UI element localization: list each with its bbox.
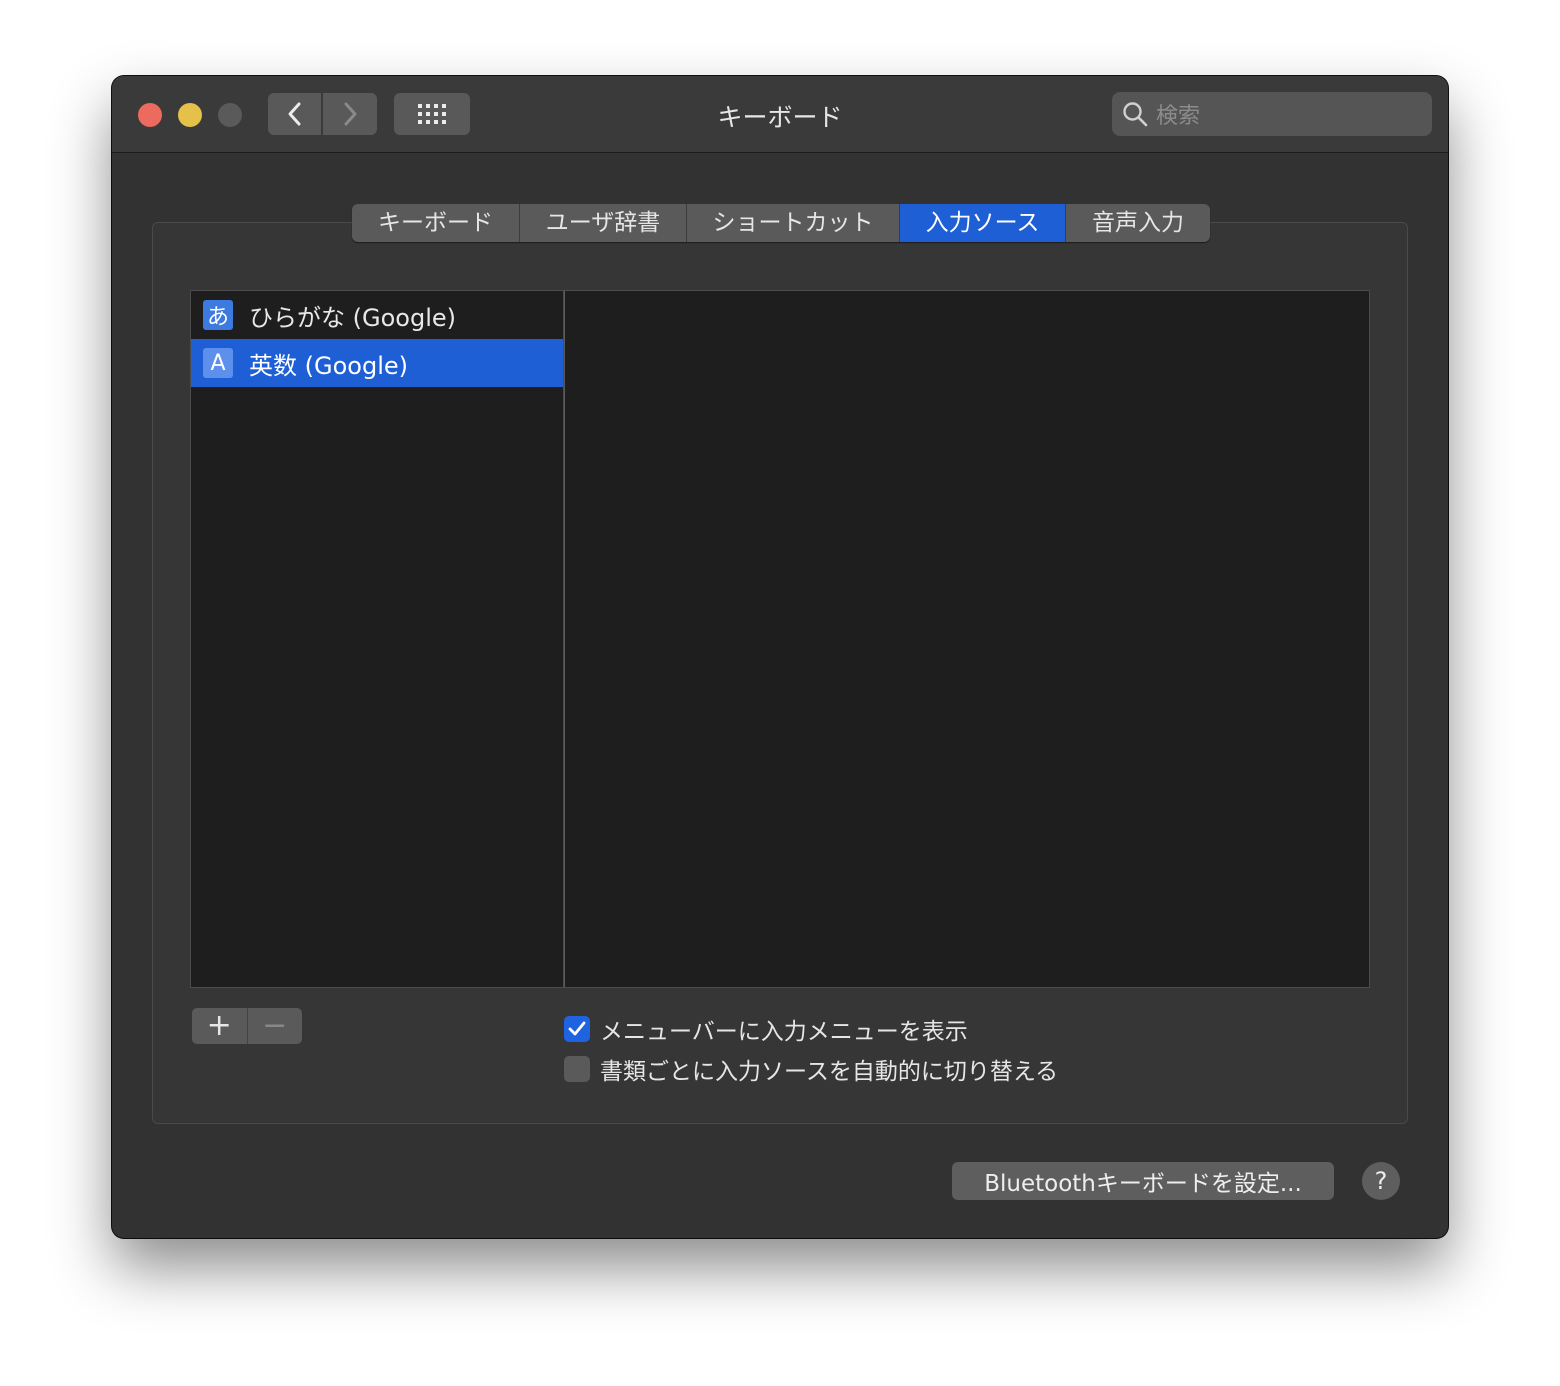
tab-keyboard[interactable]: キーボード [352,204,520,242]
checkmark-icon [568,1021,586,1036]
setup-bluetooth-keyboard-button[interactable]: Bluetoothキーボードを設定... [952,1162,1334,1200]
title-bar: キーボード 検索 [112,76,1448,153]
search-field[interactable]: 検索 [1112,92,1432,136]
input-source-detail-pane [564,290,1370,988]
list-item-eisu[interactable]: A 英数 (Google) [191,339,563,387]
search-placeholder: 検索 [1156,104,1201,129]
show-input-menu-checkbox[interactable] [564,1016,590,1042]
show-input-menu-label: メニューバーに入力メニューを表示 [600,1019,968,1045]
help-button[interactable]: ? [1362,1162,1400,1200]
add-input-source-button[interactable]: + [192,1008,247,1044]
search-icon [1123,102,1148,127]
alphanumeric-icon: A [203,348,233,378]
tab-bar: キーボード ユーザ辞書 ショートカット 入力ソース 音声入力 [352,204,1210,242]
list-item-hiragana[interactable]: あ ひらがな (Google) [191,291,563,339]
hiragana-icon: あ [203,300,233,330]
tab-dictation[interactable]: 音声入力 [1066,204,1210,242]
auto-switch-option[interactable]: 書類ごとに入力ソースを自動的に切り替える [564,1052,1058,1086]
auto-switch-label: 書類ごとに入力ソースを自動的に切り替える [600,1059,1059,1085]
input-source-list: あ ひらがな (Google) A 英数 (Google) [190,290,564,988]
add-remove-control: + − [192,1008,302,1044]
tab-shortcuts[interactable]: ショートカット [687,204,900,242]
auto-switch-checkbox[interactable] [564,1056,590,1082]
show-input-menu-option[interactable]: メニューバーに入力メニューを表示 [564,1012,968,1046]
tab-user-dictionary[interactable]: ユーザ辞書 [520,204,687,242]
tab-input-sources[interactable]: 入力ソース [900,204,1066,242]
list-item-label: 英数 (Google) [249,351,408,380]
preferences-window: キーボード 検索 キーボード ユーザ辞書 ショートカット 入力ソース 音声入力 … [112,76,1448,1238]
remove-input-source-button[interactable]: − [246,1008,303,1044]
list-item-label: ひらがな (Google) [249,303,456,332]
